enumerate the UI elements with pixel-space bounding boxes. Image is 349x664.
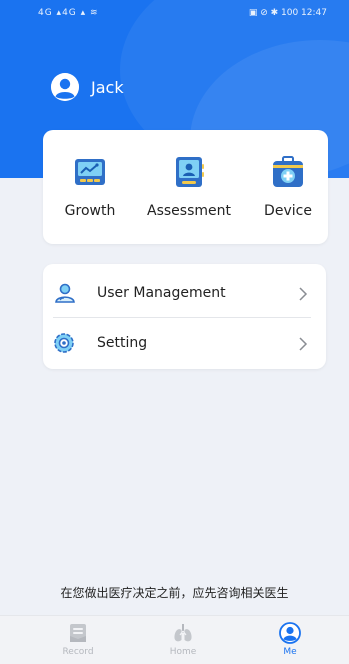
user-profile[interactable]: Jack <box>51 72 124 102</box>
tab-me[interactable]: Me <box>260 622 320 657</box>
tab-home[interactable]: Home <box>153 622 213 657</box>
assessment-button[interactable]: Assessment <box>139 155 239 219</box>
menu-item-user-management[interactable]: User Management <box>43 268 326 318</box>
feature-card: Growth Assessment Device <box>43 130 328 244</box>
menu-item-setting[interactable]: Setting <box>43 318 326 368</box>
setting-label: Setting <box>97 335 148 351</box>
status-battery-time: ▣ ⊘ ✱ 100 12:47 <box>248 8 327 18</box>
assessment-tablet-icon <box>172 155 206 189</box>
setting-gear-icon <box>53 332 75 354</box>
device-label: Device <box>264 203 312 219</box>
growth-button[interactable]: Growth <box>40 155 140 219</box>
record-icon <box>67 622 89 644</box>
avatar-icon[interactable] <box>51 73 79 101</box>
assessment-label: Assessment <box>147 203 231 219</box>
chevron-right-icon <box>298 286 308 301</box>
device-kit-icon <box>271 155 305 189</box>
bottom-tab-bar: Record Home Me <box>0 615 349 664</box>
lungs-icon <box>172 622 194 644</box>
settings-menu-card: User Management Setting <box>43 264 326 369</box>
growth-chart-icon <box>73 155 107 189</box>
user-management-label: User Management <box>97 285 226 301</box>
tab-me-label: Me <box>283 647 297 657</box>
status-bar: 4G ▴4G ▴ ≋ ▣ ⊘ ✱ 100 12:47 <box>0 0 349 28</box>
tab-home-label: Home <box>169 647 197 657</box>
status-signal: 4G ▴4G ▴ ≋ <box>38 8 99 18</box>
device-button[interactable]: Device <box>238 155 338 219</box>
user-name[interactable]: Jack <box>91 78 124 97</box>
user-management-icon <box>53 282 75 304</box>
chevron-right-icon <box>298 336 308 351</box>
tab-record[interactable]: Record <box>48 622 108 657</box>
me-icon <box>279 622 301 644</box>
growth-label: Growth <box>64 203 116 219</box>
medical-disclaimer: 在您做出医疗决定之前，应先咨询相关医生 <box>60 586 289 600</box>
tab-record-label: Record <box>62 647 94 657</box>
